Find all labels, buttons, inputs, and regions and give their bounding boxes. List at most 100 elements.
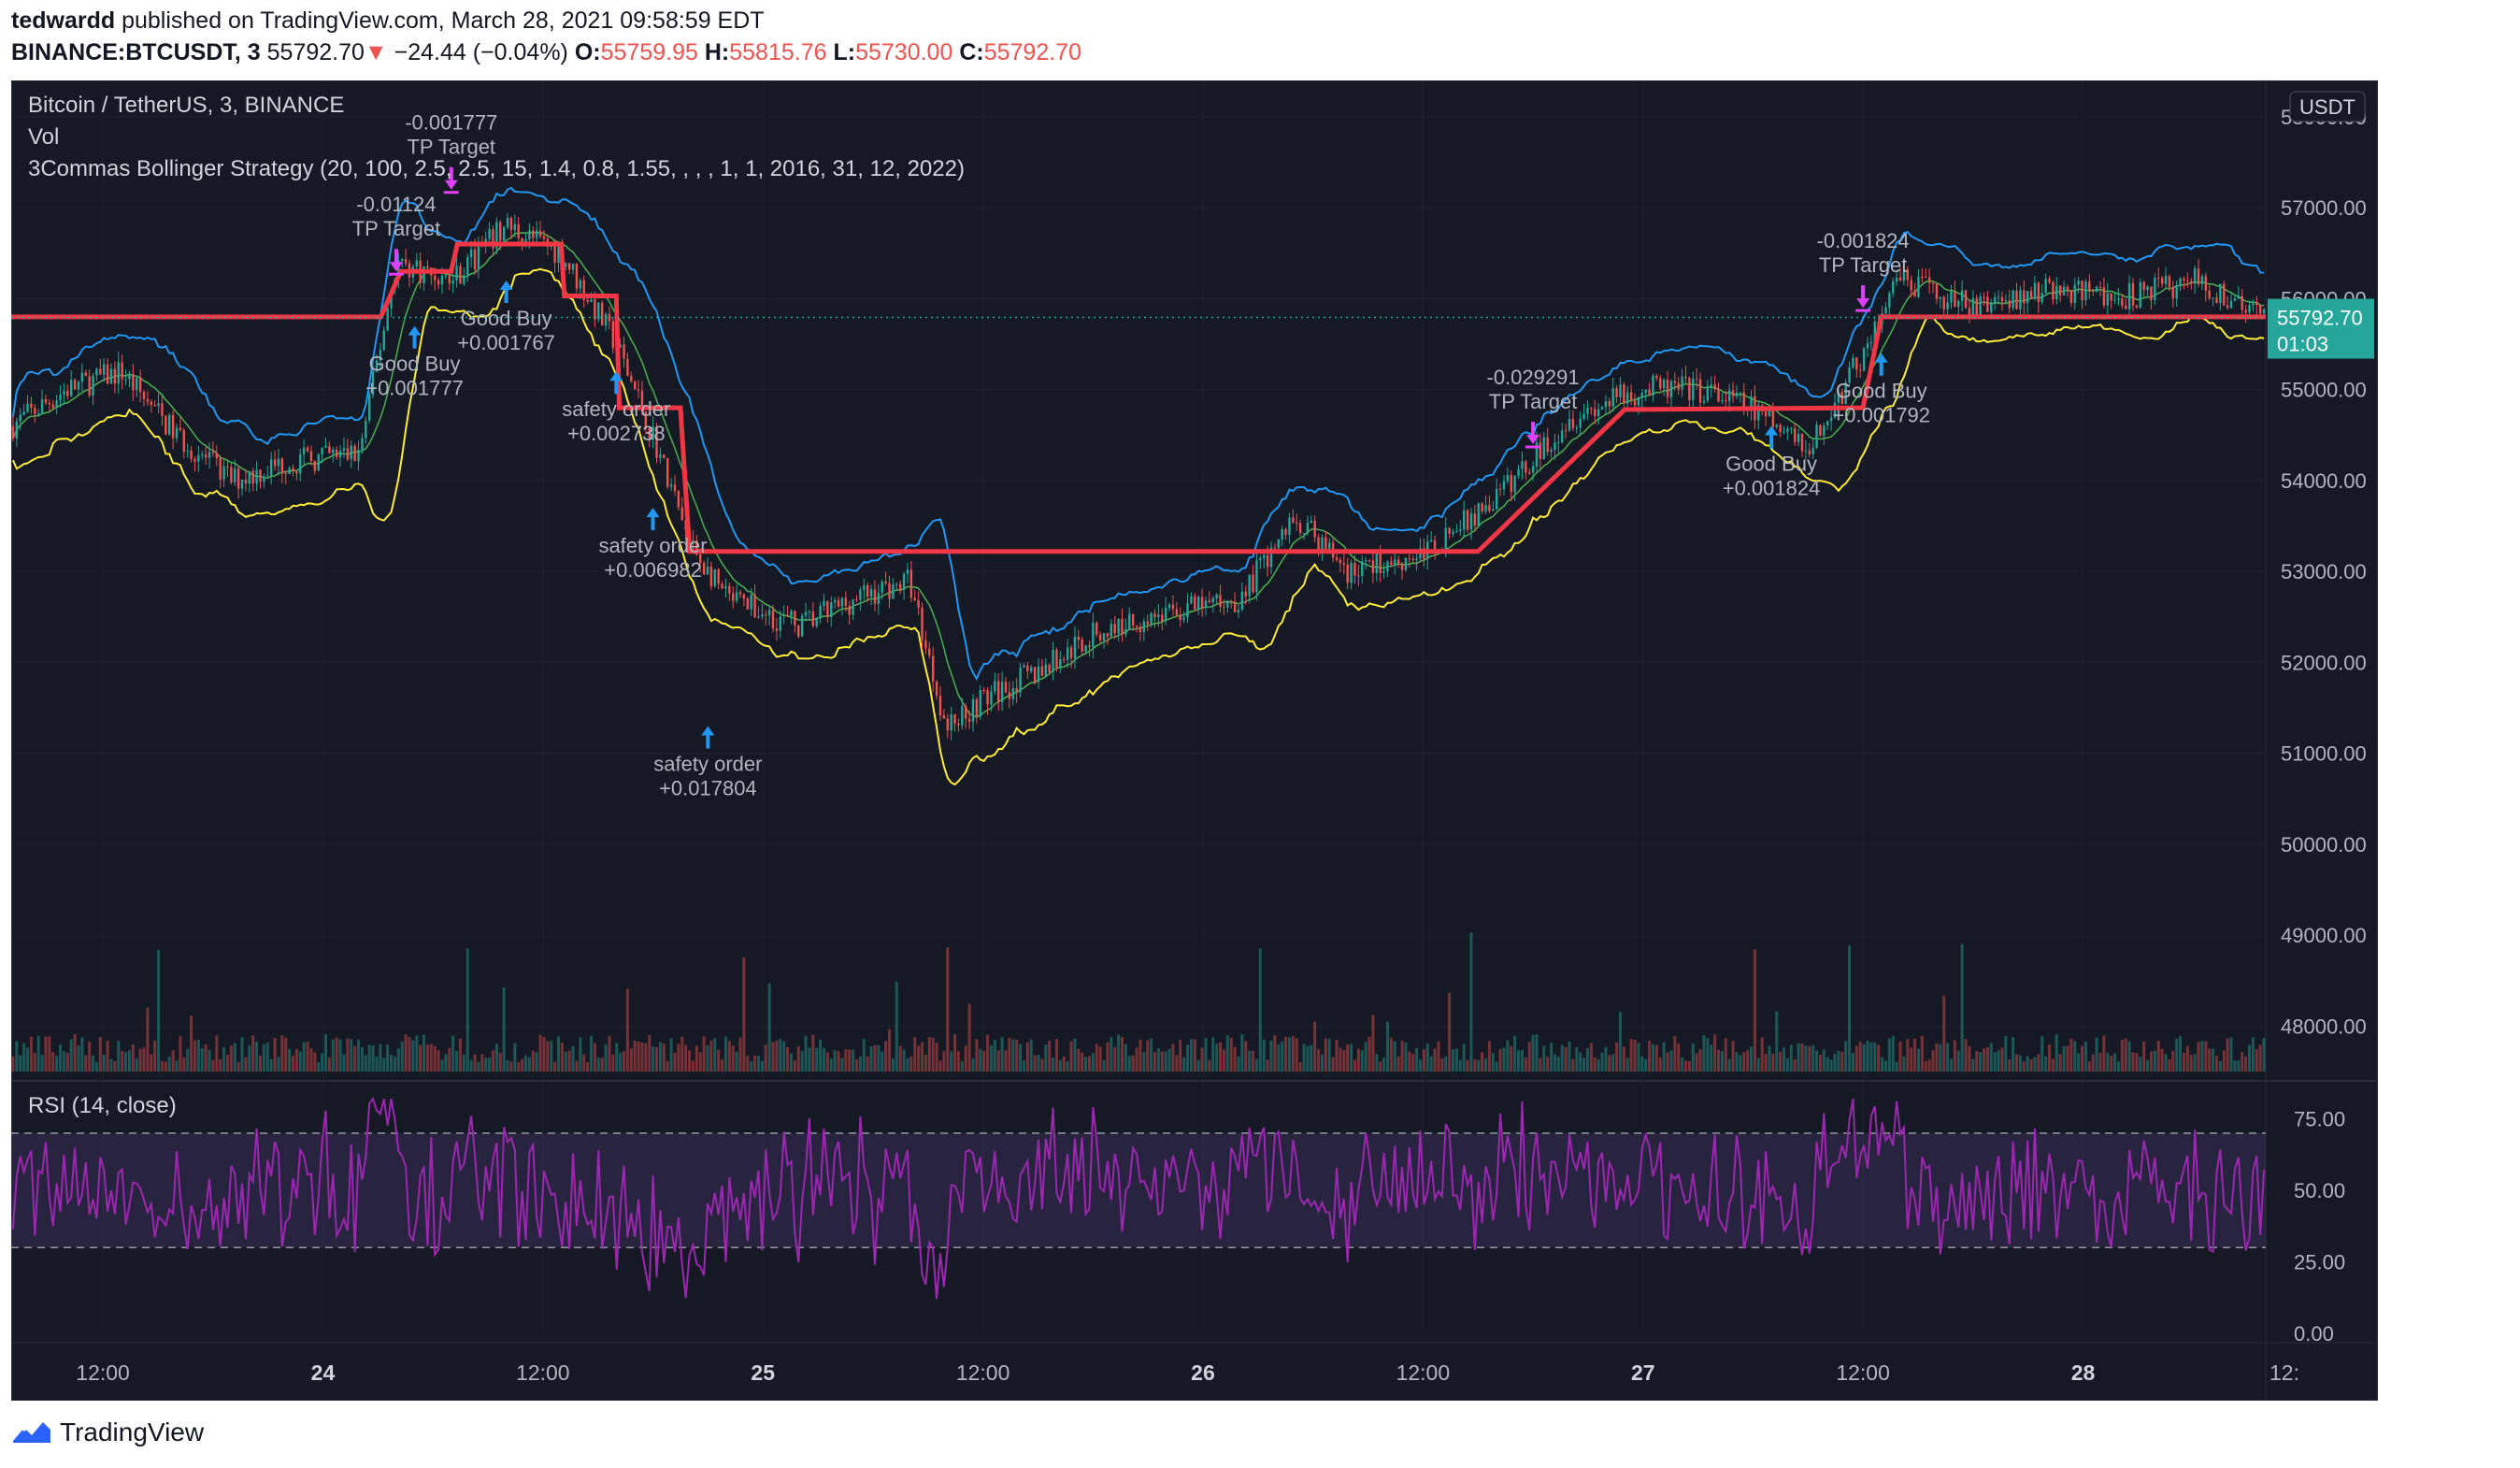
candle-body [1095,622,1098,635]
candle-body [34,407,36,414]
volume-bar [280,1035,284,1072]
candle-body [1655,376,1658,379]
buy-arrow-icon [499,280,513,303]
candle-body [1281,529,1283,540]
volume-bar [1404,1043,1408,1072]
candle-body [2000,296,2004,302]
volume-bar [1219,1042,1223,1072]
candle-body [357,450,360,462]
volume-bar [1248,1050,1252,1072]
ohlc-line: BINANCE:BTCUSDT, 3 55792.70▼ −24.44 (−0.… [11,39,1081,66]
volume-bar [98,1036,102,1072]
volume-bar [513,1043,517,1072]
candle-body [11,425,15,439]
candle-body [1277,539,1280,549]
volume-bar [1851,1053,1854,1072]
candle-body [961,706,964,726]
time-axis[interactable]: 12:00 24 12:00 25 12:00 26 12:00 27 12:00 28 12: [76,1360,2299,1385]
high-label: H: [704,39,730,65]
volume-bar [429,1043,433,1072]
signal-label: safety order [562,397,670,421]
candle-body [1073,637,1077,658]
candle-body [2012,290,2014,309]
volume-bar [317,1061,321,1072]
candle-body [2258,305,2262,314]
candle-body [1742,392,1745,409]
candle-body [673,484,677,492]
candle-body [382,330,385,351]
volume-bar [1008,1037,1011,1072]
volume-bar [2026,1056,2029,1072]
candle-body [877,593,881,604]
volume-bar [1106,1042,1110,1072]
candle-body [88,376,91,396]
candle-body [804,612,808,616]
volume-bar [582,1054,586,1072]
candle-body [1852,357,1854,367]
strategy-level-line [11,241,2266,554]
candle-body [1640,393,1644,397]
signal-value: +0.001792 [1832,404,1930,427]
volume-bar [1946,1043,1950,1072]
brand-name[interactable]: TradingView [60,1418,204,1447]
signal-value: -0.001777 [405,111,497,135]
candle-body [1800,434,1804,452]
candle-body [1594,409,1596,416]
candle-body [1979,296,1982,316]
candle-body [1019,667,1022,693]
rsi-tick-label: 25.00 [2294,1251,2345,1274]
candle-body [440,275,444,285]
rsi-axis[interactable]: 75.00 50.00 25.00 0.00 [2294,1108,2345,1346]
candle-body [767,610,771,616]
candle-body [1339,559,1342,564]
volume-bar [523,1055,527,1072]
candle-body [1361,561,1364,577]
candle-body [884,581,887,583]
volume-bar [1869,1042,1873,1072]
buy-arrow-icon [408,325,422,349]
candle-body [746,598,749,610]
author-name[interactable]: tedwardd [11,7,115,34]
volume-bar [357,1039,361,1072]
volume-bar [996,1050,1000,1072]
volume-bar [717,1049,721,1072]
volume-bar [535,1052,538,1072]
candle-body [2127,282,2131,309]
volume-bar [393,1057,396,1072]
volume-bar [1375,1054,1379,1072]
candle-body [1717,389,1720,402]
candle-body [1600,407,1604,410]
chart-canvas[interactable]: TP Target-0.01124TP Target-0.001777Good … [11,80,2376,1399]
volume-bar [1654,1044,1658,1072]
volume-bar [1233,1046,1237,1072]
volume-bar [2044,1056,2048,1072]
candle-body [750,595,752,610]
candle-body [1990,302,1993,312]
volume-bar [1535,1034,1539,1072]
volume-bar [106,1040,109,1072]
candle-body [1211,597,1214,603]
candle-body [2168,276,2171,287]
volume-bar [1196,1059,1200,1072]
volume-bar [677,1043,680,1072]
candle-body [1525,461,1527,473]
candle-body [1240,591,1244,611]
candle-body [757,616,760,618]
candle-body [1957,300,1960,307]
candle-body [499,222,502,241]
candle-body [1255,560,1258,593]
signal-value: +0.001777 [365,377,464,400]
volume-bar [1804,1045,1808,1072]
candle-body [761,614,764,617]
candle-body [1375,553,1379,574]
candle-body [1993,296,1997,303]
buy-arrow-icon [1874,353,1888,376]
price-axis[interactable]: 58000.0057000.0056000.0055000.0054000.00… [2268,91,2374,1038]
volume-bar [789,1053,793,1072]
volume-bar [1440,1058,1444,1072]
volume-bar [2251,1037,2255,1072]
volume-bars [11,932,2266,1072]
candle-body [1084,645,1087,652]
candle-body [680,507,683,521]
volume-bar [811,1034,815,1072]
